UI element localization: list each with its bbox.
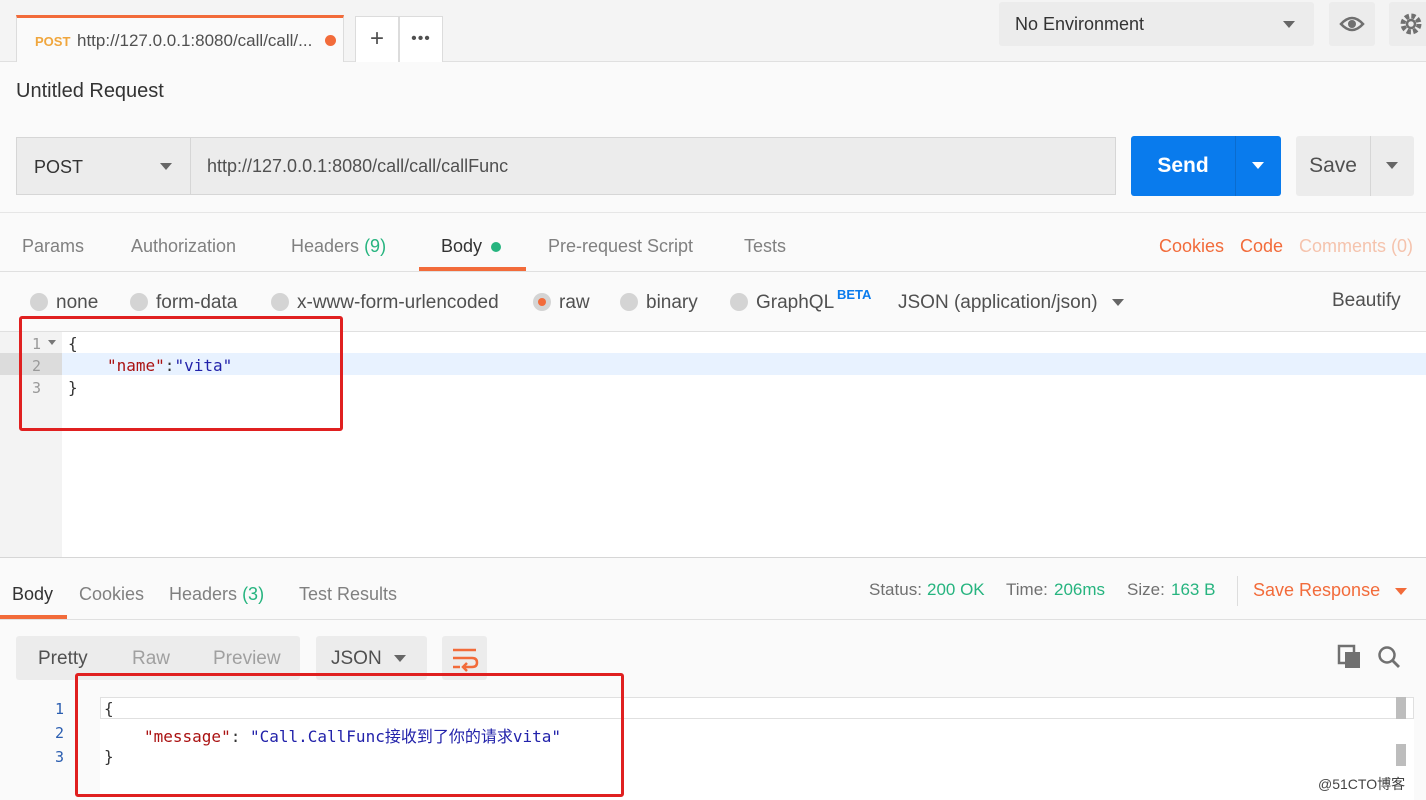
url-input[interactable] [190, 137, 1116, 195]
settings-button[interactable] [1389, 2, 1426, 46]
send-button[interactable]: Send [1131, 136, 1235, 196]
response-tab-body[interactable]: Body [12, 584, 53, 605]
code-link[interactable]: Code [1240, 236, 1283, 257]
time-value: 206ms [1054, 580, 1106, 599]
highlight-box [75, 673, 624, 797]
status-value: 200 OK [927, 580, 985, 599]
eye-icon [1339, 16, 1365, 32]
view-preview-button[interactable]: Preview [213, 648, 281, 670]
chevron-down-icon [394, 655, 406, 662]
beautify-link[interactable]: Beautify [1332, 290, 1401, 312]
tab-pre-request-script[interactable]: Pre-request Script [548, 236, 693, 257]
response-headers-count: (3) [242, 584, 265, 604]
active-tab-indicator [419, 267, 526, 271]
environment-select[interactable]: No Environment [999, 2, 1314, 46]
response-format-label: JSON [331, 648, 382, 669]
request-title[interactable]: Untitled Request [16, 80, 164, 103]
radio-urlencoded-label[interactable]: x-www-form-urlencoded [297, 292, 499, 314]
radio-binary-label[interactable]: binary [646, 292, 698, 314]
time-label: Time: [1006, 580, 1048, 599]
chevron-down-icon [1283, 21, 1295, 28]
radio-form-data-label[interactable]: form-data [156, 292, 237, 314]
highlight-box [19, 316, 343, 431]
response-tab-test-results[interactable]: Test Results [299, 584, 397, 605]
radio-urlencoded[interactable] [271, 293, 289, 311]
chevron-down-icon[interactable] [1112, 299, 1124, 306]
status-label: Status: [869, 580, 922, 599]
chevron-down-icon [160, 163, 172, 170]
radio-raw-label[interactable]: raw [559, 292, 590, 314]
copy-icon[interactable] [1337, 644, 1363, 670]
save-button[interactable]: Save [1296, 136, 1370, 196]
content-type-select[interactable]: JSON (application/json) [898, 292, 1098, 314]
tab-headers[interactable]: Headers (9) [291, 236, 386, 257]
watermark-text: @51CTO博客 [1318, 776, 1406, 792]
line-number: 2 [55, 724, 65, 742]
radio-graphql[interactable] [730, 293, 748, 311]
tab-authorization[interactable]: Authorization [131, 236, 236, 257]
tab-body-label: Body [441, 236, 483, 256]
response-tab-cookies[interactable]: Cookies [79, 584, 144, 605]
method-label: POST [34, 157, 84, 177]
scrollbar-thumb[interactable] [1396, 697, 1406, 719]
divider [1237, 576, 1238, 606]
method-select[interactable]: POST [16, 137, 190, 195]
tab-body[interactable]: Body [441, 236, 502, 257]
scrollbar-thumb[interactable] [1396, 744, 1406, 766]
chevron-down-icon[interactable] [1395, 588, 1407, 595]
save-response-button[interactable]: Save Response [1253, 580, 1380, 601]
tab-params[interactable]: Params [22, 236, 84, 257]
comments-link[interactable]: Comments (0) [1299, 236, 1413, 257]
cookies-link[interactable]: Cookies [1159, 236, 1224, 257]
active-tab-indicator [0, 615, 67, 619]
radio-form-data[interactable] [130, 293, 148, 311]
radio-graphql-label[interactable]: GraphQL [756, 292, 834, 314]
radio-binary[interactable] [620, 293, 638, 311]
response-tab-headers[interactable]: Headers (3) [169, 584, 264, 605]
line-number: 3 [55, 748, 65, 766]
response-tab-headers-label: Headers [169, 584, 238, 604]
beta-badge: BETA [837, 287, 872, 302]
size-label: Size: [1127, 580, 1165, 599]
chevron-down-icon [1252, 162, 1264, 169]
more-tabs-button[interactable]: ••• [399, 16, 443, 62]
request-tab[interactable]: POST http://127.0.0.1:8080/call/call/... [16, 15, 344, 62]
view-raw-button[interactable]: Raw [132, 648, 170, 670]
new-tab-button[interactable]: + [355, 16, 399, 62]
size-value: 163 B [1171, 580, 1216, 599]
chevron-down-icon [1386, 162, 1398, 169]
request-tab-url: http://127.0.0.1:8080/call/call/... [77, 31, 313, 50]
view-pretty-button[interactable]: Pretty [38, 648, 88, 670]
line-number: 1 [55, 700, 65, 718]
save-options-button[interactable] [1370, 136, 1414, 196]
radio-raw[interactable] [533, 293, 551, 311]
headers-count: (9) [364, 236, 387, 256]
unsaved-dot-icon [325, 35, 336, 46]
request-tab-method: POST [35, 34, 71, 49]
gear-icon [1400, 13, 1422, 35]
tab-tests[interactable]: Tests [744, 236, 786, 257]
send-options-button[interactable] [1235, 136, 1281, 196]
radio-none-label[interactable]: none [56, 292, 98, 314]
environment-label: No Environment [1015, 14, 1145, 34]
radio-none[interactable] [30, 293, 48, 311]
body-indicator-dot-icon [491, 242, 502, 253]
tab-headers-label: Headers [291, 236, 360, 256]
search-icon[interactable] [1376, 644, 1402, 670]
environment-quick-look-button[interactable] [1329, 2, 1375, 46]
